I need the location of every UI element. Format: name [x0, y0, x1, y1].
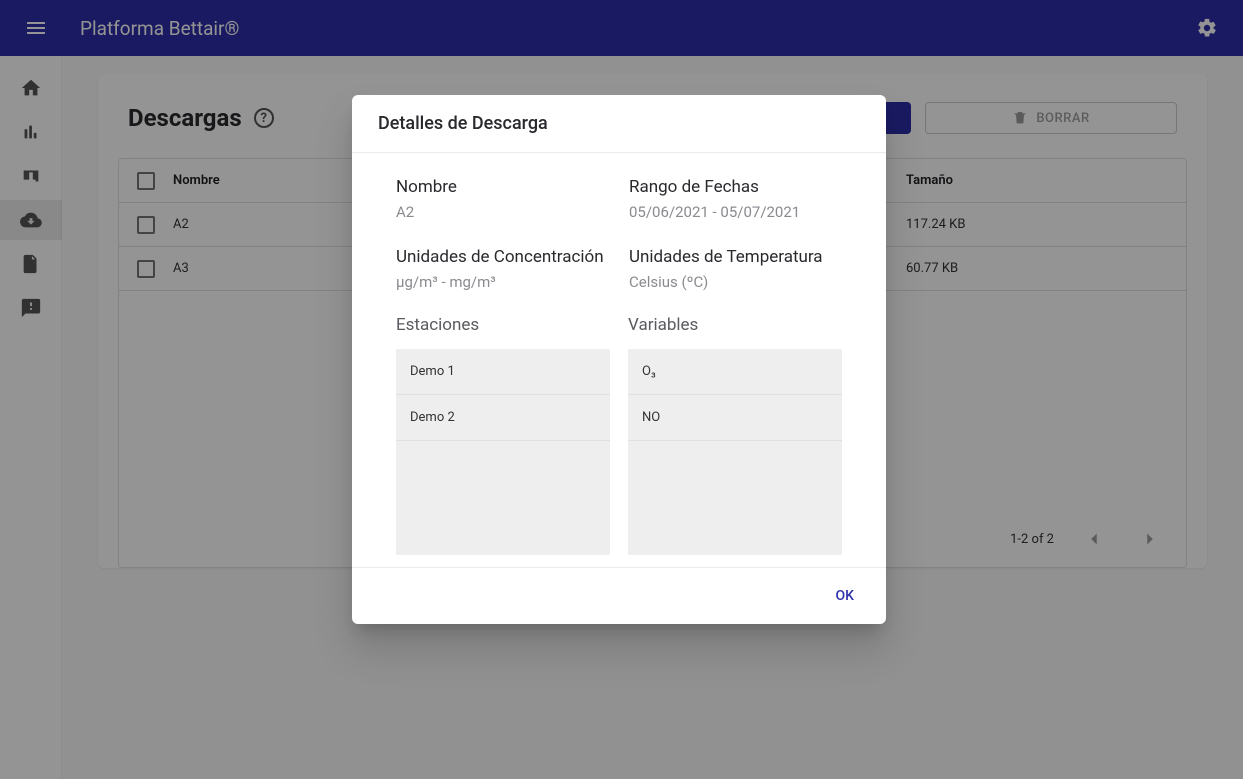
- field-value: µg/m³ - mg/m³: [396, 273, 609, 291]
- variables-label: Variables: [628, 315, 842, 335]
- field-label: Unidades de Concentración: [396, 247, 609, 267]
- field-daterange: Rango de Fechas 05/06/2021 - 05/07/2021: [629, 177, 842, 221]
- download-details-dialog: Detalles de Descarga Nombre A2 Rango de …: [352, 95, 886, 624]
- field-label: Rango de Fechas: [629, 177, 842, 197]
- stations-label: Estaciones: [396, 315, 610, 335]
- field-label: Nombre: [396, 177, 609, 197]
- list-item[interactable]: Demo 2: [396, 395, 610, 441]
- list-item[interactable]: O₃: [628, 349, 842, 395]
- list-item[interactable]: Demo 1: [396, 349, 610, 395]
- field-value: 05/06/2021 - 05/07/2021: [629, 203, 842, 221]
- field-concentration-units: Unidades de Concentración µg/m³ - mg/m³: [396, 247, 609, 291]
- field-temperature-units: Unidades de Temperatura Celsius (ºC): [629, 247, 842, 291]
- dialog-actions: OK: [352, 567, 886, 624]
- variables-list: O₃ NO: [628, 349, 842, 555]
- field-name: Nombre A2: [396, 177, 609, 221]
- dialog-title: Detalles de Descarga: [352, 95, 886, 153]
- field-value: A2: [396, 203, 609, 221]
- field-label: Unidades de Temperatura: [629, 247, 842, 267]
- field-value: Celsius (ºC): [629, 273, 842, 291]
- list-item[interactable]: NO: [628, 395, 842, 441]
- stations-list: Demo 1 Demo 2: [396, 349, 610, 555]
- ok-button[interactable]: OK: [822, 578, 869, 614]
